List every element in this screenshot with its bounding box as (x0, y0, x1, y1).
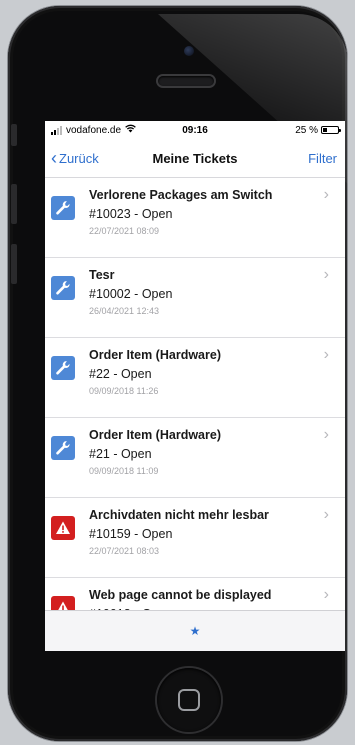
ticket-number-status: #22 - Open (89, 367, 152, 381)
volume-up-button (11, 184, 17, 224)
back-label: Zurück (59, 150, 99, 166)
ticket-title: Order Item (Hardware) (89, 428, 221, 442)
ticket-row[interactable]: Order Item (Hardware) #22 - Open 09/09/201… (45, 338, 345, 418)
ticket-number-status: #21 - Open (89, 447, 152, 461)
home-button[interactable] (157, 668, 221, 732)
chevron-right-icon: › (323, 586, 329, 603)
tab-bar: ★ (45, 610, 345, 651)
ticket-row[interactable]: Order Item (Hardware) #21 - Open 09/09/201… (45, 418, 345, 498)
ticket-date: 22/07/2021 08:09 (89, 226, 160, 236)
ticket-number-status: #10159 - Open (89, 527, 173, 541)
ticket-date: 09/09/2018 11:09 (89, 466, 159, 476)
ticket-number-status: #10023 - Open (89, 207, 173, 221)
chevron-right-icon: › (323, 426, 329, 443)
navigation-bar: ‹ Zurück Meine Tickets Filter (45, 139, 345, 178)
warning-icon (51, 516, 75, 540)
ticket-row[interactable]: Verlorene Packages am Switch #10023 - Ope… (45, 178, 345, 258)
app-screen: vodafone.de 09:16 25 % ‹ Zurück Meine Ti… (45, 121, 345, 651)
star-icon[interactable]: ★ (190, 624, 201, 638)
volume-down-button (11, 244, 17, 284)
status-bar: vodafone.de 09:16 25 % (45, 121, 345, 139)
back-button[interactable]: ‹ Zurück (45, 149, 99, 167)
ticket-title: Tesr (89, 268, 115, 282)
filter-button[interactable]: Filter (308, 151, 345, 166)
ticket-title: Verlorene Packages am Switch (89, 188, 273, 202)
battery-icon (321, 126, 341, 134)
ticket-title: Order Item (Hardware) (89, 348, 221, 362)
chevron-left-icon: ‹ (51, 148, 57, 168)
ticket-title: Archivdaten nicht mehr lesbar (89, 508, 269, 522)
wrench-icon (51, 356, 75, 380)
chevron-right-icon: › (323, 506, 329, 523)
ticket-date: 22/07/2021 08:03 (89, 546, 160, 556)
ticket-list: Verlorene Packages am Switch #10023 - Ope… (45, 178, 345, 651)
chevron-right-icon: › (323, 346, 329, 363)
home-square-icon (178, 689, 200, 711)
front-camera (184, 46, 194, 56)
clock: 09:16 (182, 124, 208, 136)
mute-switch (11, 124, 17, 146)
ticket-date: 09/09/2018 11:26 (89, 386, 159, 396)
ticket-title: Web page cannot be displayed (89, 588, 272, 602)
wrench-icon (51, 276, 75, 300)
wrench-icon (51, 436, 75, 460)
ticket-number-status: #10002 - Open (89, 287, 173, 301)
phone-frame: vodafone.de 09:16 25 % ‹ Zurück Meine Ti… (8, 6, 348, 741)
ticket-date: 26/04/2021 12:43 (89, 306, 160, 316)
wrench-icon (51, 196, 75, 220)
ticket-row[interactable]: Archivdaten nicht mehr lesbar #10159 - Op… (45, 498, 345, 578)
earpiece-speaker (158, 76, 214, 86)
ticket-row[interactable]: Tesr #10002 - Open 26/04/2021 12:43 › (45, 258, 345, 338)
chevron-right-icon: › (323, 266, 329, 283)
chevron-right-icon: › (323, 186, 329, 203)
